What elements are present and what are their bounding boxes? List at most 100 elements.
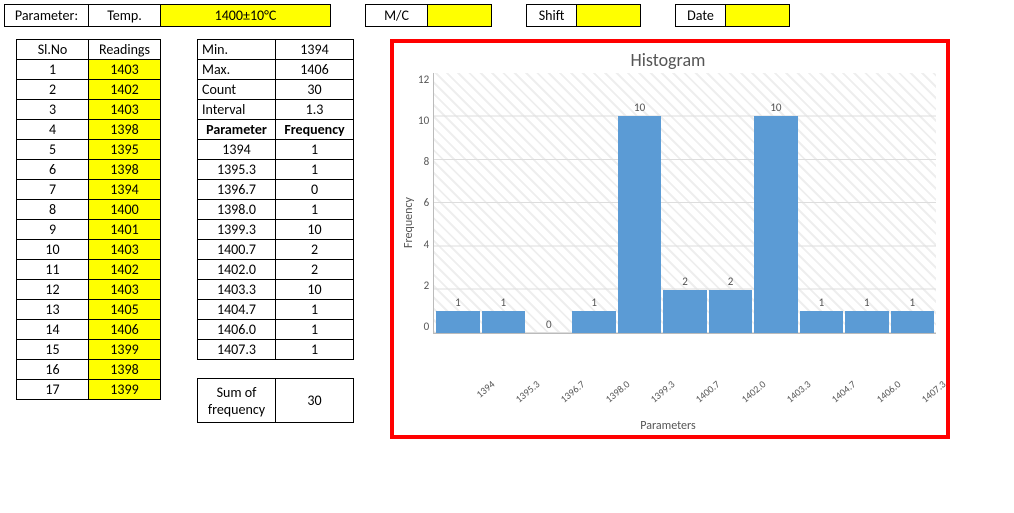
freq-count: 1 (276, 340, 354, 360)
reading-value[interactable]: 1406 (89, 320, 161, 340)
sum-table: Sum of frequency 30 (197, 378, 354, 423)
sl-no: 7 (17, 180, 89, 200)
x-tick: 1394 (452, 373, 497, 415)
bar (618, 116, 661, 333)
table-row: 1396.70 (198, 180, 354, 200)
y-tick: 4 (418, 238, 429, 251)
sl-no: 5 (17, 140, 89, 160)
reading-value[interactable]: 1402 (89, 80, 161, 100)
temp-value[interactable]: 1400±10°C (161, 5, 331, 27)
x-ticks: 13941395.31396.71398.01399.31400.71402.0… (400, 373, 936, 423)
freq-param: 1402.0 (198, 260, 276, 280)
x-tick: 1395.3 (497, 373, 542, 415)
readings-table: Sl.No Readings 1140321402314034139851395… (16, 39, 161, 400)
bar-column: 1 (800, 296, 843, 333)
reading-value[interactable]: 1405 (89, 300, 161, 320)
x-axis-label: Parameters (400, 419, 936, 433)
table-row: 111402 (17, 260, 161, 280)
x-tick: 1399.3 (632, 373, 677, 415)
bar-column: 0 (527, 318, 570, 333)
stat-value: 1394 (276, 40, 354, 60)
freq-count: 1 (276, 160, 354, 180)
table-row: 51395 (17, 140, 161, 160)
bar (845, 311, 888, 333)
freq-param: 1403.3 (198, 280, 276, 300)
table-row: Count30 (198, 80, 354, 100)
freq-param: 1404.7 (198, 300, 276, 320)
table-row: 91401 (17, 220, 161, 240)
bar (891, 311, 934, 333)
bar (482, 311, 525, 333)
reading-value[interactable]: 1402 (89, 260, 161, 280)
bar-column: 1 (482, 296, 525, 333)
bar (754, 116, 797, 333)
table-row: Interval1.3 (198, 100, 354, 120)
sl-no: 2 (17, 80, 89, 100)
table-row: 61398 (17, 160, 161, 180)
table-row: 131405 (17, 300, 161, 320)
freq-h0: Parameter (198, 120, 276, 140)
reading-value[interactable]: 1394 (89, 180, 161, 200)
y-ticks: 121086420 (418, 73, 433, 333)
freq-param: 1406.0 (198, 320, 276, 340)
readings-h1: Readings (89, 40, 161, 60)
bar-value-label: 0 (546, 318, 552, 331)
reading-value[interactable]: 1401 (89, 220, 161, 240)
reading-value[interactable]: 1398 (89, 120, 161, 140)
freq-count: 10 (276, 280, 354, 300)
sl-no: 13 (17, 300, 89, 320)
table-row: 1395.31 (198, 160, 354, 180)
x-tick: 1407.3 (903, 373, 948, 415)
freq-count: 1 (276, 320, 354, 340)
bar (436, 311, 479, 333)
sum-label: Sum of frequency (198, 379, 276, 423)
mc-value[interactable] (428, 5, 492, 27)
shift-value[interactable] (577, 5, 641, 27)
bar-value-label: 1 (455, 296, 461, 309)
reading-value[interactable]: 1403 (89, 240, 161, 260)
freq-count: 2 (276, 240, 354, 260)
reading-value[interactable]: 1399 (89, 380, 161, 400)
reading-value[interactable]: 1395 (89, 140, 161, 160)
bar-value-label: 1 (819, 296, 825, 309)
reading-value[interactable]: 1400 (89, 200, 161, 220)
table-row: 151399 (17, 340, 161, 360)
table-row: 31403 (17, 100, 161, 120)
freq-count: 10 (276, 220, 354, 240)
table-row: 71394 (17, 180, 161, 200)
stat-label: Interval (198, 100, 276, 120)
x-tick: 1404.7 (813, 373, 858, 415)
bar-column: 2 (663, 275, 706, 333)
table-row: 1399.310 (198, 220, 354, 240)
x-tick: 1403.3 (768, 373, 813, 415)
bar-column: 1 (436, 296, 479, 333)
sl-no: 3 (17, 100, 89, 120)
table-row: 1407.31 (198, 340, 354, 360)
freq-count: 0 (276, 180, 354, 200)
y-tick: 2 (418, 279, 429, 292)
bar-column: 1 (572, 296, 615, 333)
freq-param: 1394 (198, 140, 276, 160)
table-row: 21402 (17, 80, 161, 100)
date-value[interactable] (726, 5, 790, 27)
stat-label: Count (198, 80, 276, 100)
reading-value[interactable]: 1403 (89, 280, 161, 300)
freq-count: 2 (276, 260, 354, 280)
reading-value[interactable]: 1399 (89, 340, 161, 360)
reading-value[interactable]: 1398 (89, 160, 161, 180)
stat-value: 1406 (276, 60, 354, 80)
table-row: 101403 (17, 240, 161, 260)
readings-h0: Sl.No (17, 40, 89, 60)
freq-param: 1407.3 (198, 340, 276, 360)
reading-value[interactable]: 1403 (89, 100, 161, 120)
y-tick: 10 (418, 114, 429, 127)
x-tick: 1406.0 (858, 373, 903, 415)
reading-value[interactable]: 1403 (89, 60, 161, 80)
reading-value[interactable]: 1398 (89, 360, 161, 380)
y-tick: 0 (418, 320, 429, 333)
plot-area: 1101102210111 (433, 73, 936, 334)
sl-no: 17 (17, 380, 89, 400)
mc-label: M/C (366, 5, 428, 27)
table-row: 13941 (198, 140, 354, 160)
stat-value: 30 (276, 80, 354, 100)
